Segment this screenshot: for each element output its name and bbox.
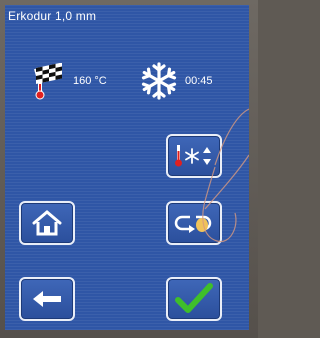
scan-button[interactable] (166, 201, 222, 245)
touch-screen: Erkodur 1,0 mm 160 °C 00:45 (5, 5, 249, 330)
thermometer-snowflake-updown-icon (175, 145, 211, 167)
home-icon (32, 210, 62, 236)
checkmark-icon (175, 283, 213, 313)
checkered-flag-icon (34, 63, 62, 100)
confirm-button[interactable] (166, 277, 222, 321)
material-title: Erkodur 1,0 mm (8, 9, 97, 23)
snowflake-icon (141, 62, 177, 100)
scan-cycle-icon (174, 215, 212, 233)
arrow-left-icon (33, 291, 61, 307)
heating-temperature: 160 °C (73, 75, 107, 87)
cooling-time: 00:45 (185, 75, 213, 87)
cooling-settings-button[interactable] (166, 134, 222, 178)
back-button[interactable] (19, 277, 75, 321)
home-button[interactable] (19, 201, 75, 245)
